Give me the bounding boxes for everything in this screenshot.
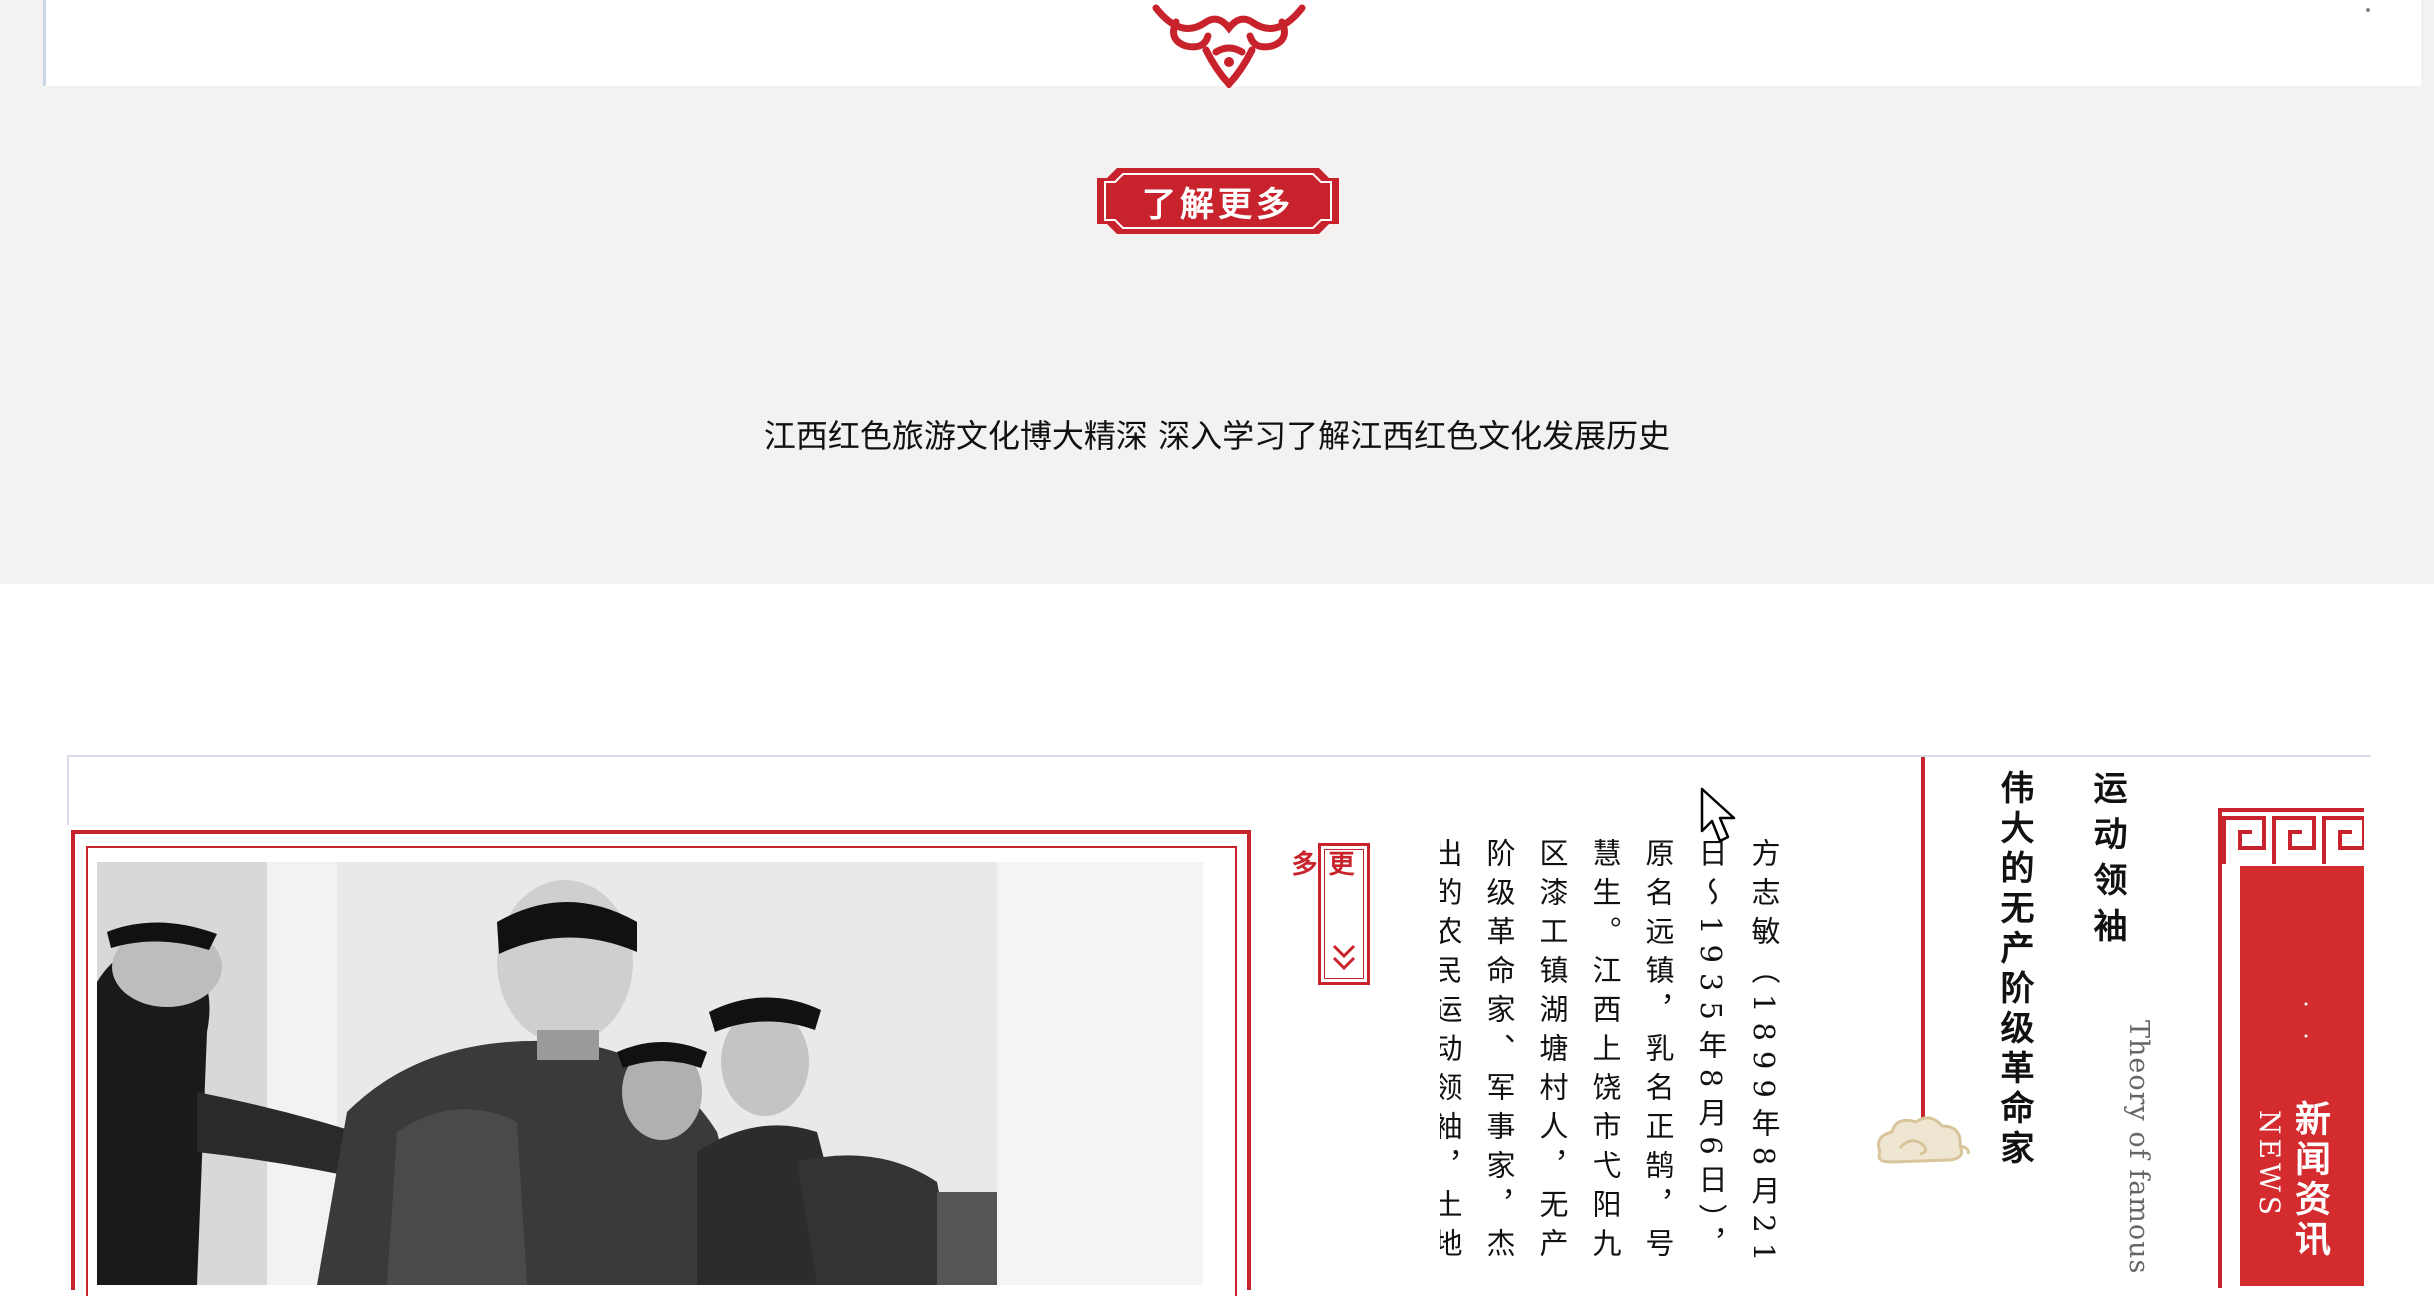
news-title[interactable]: 新闻资讯	[2289, 1100, 2336, 1300]
intro-tagline: 江西红色旅游文化博大精深 深入学习了解江西红色文化发展历史	[763, 417, 1671, 455]
chevron-double-down-icon	[1332, 944, 1356, 971]
scroll-dot	[2366, 8, 2370, 12]
auspicious-cloud-icon	[1877, 1116, 1970, 1164]
article-divider	[1921, 757, 1925, 1119]
article-body: 方志敏（1899年8月21日～1935年8月6日），原名远镇，乳名正鹄，号慧生。…	[1440, 838, 1781, 1272]
intro-band	[0, 86, 2434, 584]
learn-more-button[interactable]: 了解更多	[1093, 164, 1343, 238]
mouse-cursor-icon	[1700, 787, 1736, 843]
ornament-cloud-icon	[1152, 4, 1306, 88]
news-dots	[2304, 1002, 2308, 1038]
article-subhead: 运动领袖	[2087, 770, 2127, 954]
article-theory-label: Theory of famous people	[2120, 1020, 2154, 1275]
more-button-label: 更 多	[1287, 850, 1354, 890]
news-title-en: NEWS	[2253, 1110, 2286, 1219]
lower-divider-left	[67, 755, 69, 825]
lower-divider	[67, 755, 2371, 757]
article-headline[interactable]: 伟大的无产阶级革命家	[1993, 770, 2039, 1190]
fret-pattern-icon	[2222, 816, 2364, 864]
historical-photo[interactable]	[97, 862, 1203, 1285]
